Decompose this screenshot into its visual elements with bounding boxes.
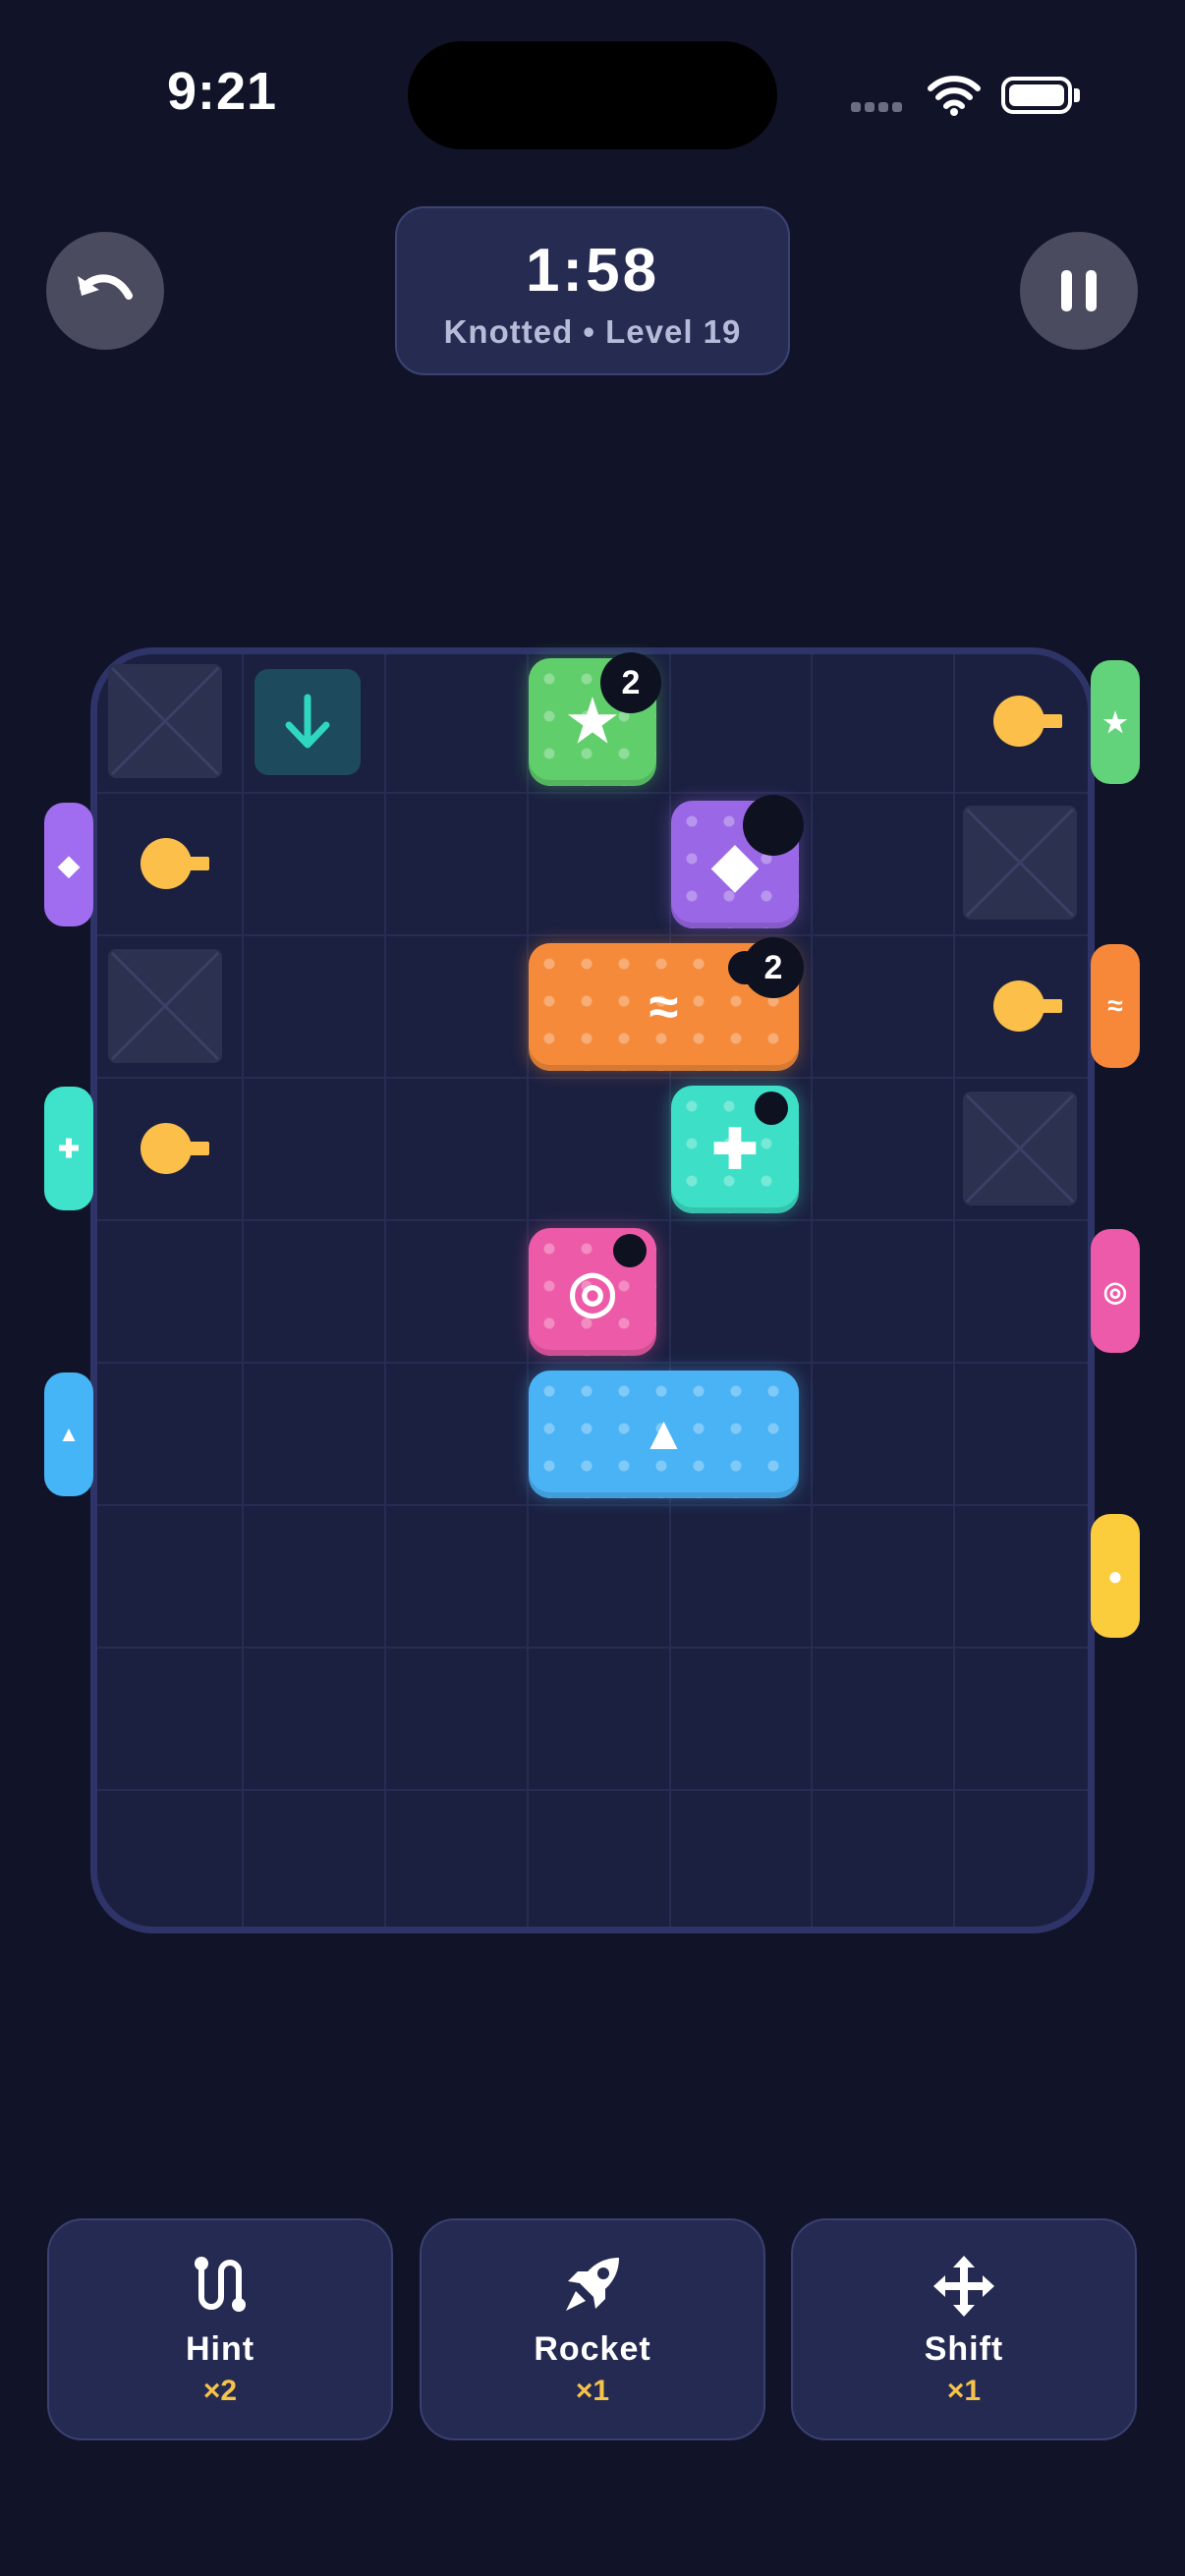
signal-dot-icon xyxy=(892,102,902,112)
shift-powerup-button[interactable]: Shift ×1 xyxy=(791,2218,1137,2440)
rocket-icon xyxy=(566,2258,619,2311)
shift-count: ×1 xyxy=(946,2375,982,2407)
exit-gate-blue-triangle: ▲ xyxy=(44,1372,93,1496)
exit-gate-yellow-dot: ● xyxy=(1091,1514,1140,1638)
wifi-icon xyxy=(928,76,981,116)
hint-count: ×2 xyxy=(202,2375,238,2407)
pin-stick xyxy=(186,857,209,870)
level-subtitle: Knotted • Level 19 xyxy=(443,313,742,350)
pin-stick xyxy=(1039,999,1062,1013)
blocked-cell xyxy=(108,949,222,1063)
exit-gate-purple-diamond: ◆ xyxy=(44,803,93,926)
pause-icon xyxy=(1061,270,1097,311)
blue-triangle-block[interactable]: ▲ xyxy=(529,1371,799,1498)
pin-stick xyxy=(186,1142,209,1155)
path-icon xyxy=(195,2257,246,2312)
signal-dot-icon xyxy=(878,102,888,112)
cross-icon: ✚ xyxy=(711,1118,759,1180)
blocked-cell xyxy=(108,664,222,778)
battery-icon xyxy=(1001,77,1072,114)
blocked-cell xyxy=(963,806,1077,920)
pin-icon xyxy=(141,838,192,889)
undo-icon xyxy=(78,274,133,300)
pause-button[interactable] xyxy=(1020,232,1138,350)
block-lock-dot xyxy=(613,1234,647,1267)
conveyor-down-tile[interactable] xyxy=(254,669,361,775)
rocket-count: ×1 xyxy=(575,2375,610,2407)
timer-value: 1:58 xyxy=(525,237,660,305)
status-time: 9:21 xyxy=(167,62,278,121)
pin-icon xyxy=(141,1123,192,1174)
block-counter-badge: 2 xyxy=(600,652,661,713)
wave-icon: ≈ xyxy=(649,978,679,1036)
signal-dot-icon xyxy=(865,102,875,112)
battery-nub xyxy=(1074,88,1080,102)
target-icon: ◎ xyxy=(567,1260,618,1323)
dynamic-island xyxy=(408,41,777,149)
block-counter-badge: 2 xyxy=(743,937,804,998)
shift-label: Shift xyxy=(924,2330,1004,2368)
undo-button[interactable] xyxy=(46,232,164,350)
triangle-icon: ▲ xyxy=(640,1408,688,1460)
block-lock-dot xyxy=(755,1092,788,1125)
hint-label: Hint xyxy=(185,2330,255,2368)
arrow-down-icon xyxy=(285,694,330,749)
rocket-label: Rocket xyxy=(534,2330,651,2368)
pin-icon xyxy=(993,696,1044,747)
timer-card: 1:58 Knotted • Level 19 xyxy=(395,206,790,375)
exit-gate-green-star: ★ xyxy=(1091,660,1140,784)
block-lock-dot xyxy=(743,795,804,856)
signal-dot-icon xyxy=(851,102,861,112)
exit-gate-teal-cross: ✚ xyxy=(44,1087,93,1210)
pin-stick xyxy=(1039,714,1062,728)
hint-powerup-button[interactable]: Hint ×2 xyxy=(47,2218,393,2440)
rocket-powerup-button[interactable]: Rocket ×1 xyxy=(420,2218,765,2440)
exit-gate-pink-target: ◎ xyxy=(1091,1229,1140,1353)
blocked-cell xyxy=(963,1092,1077,1205)
exit-gate-orange-wave: ≈ xyxy=(1091,944,1140,1068)
pin-icon xyxy=(993,980,1044,1032)
move-arrows-icon xyxy=(933,2256,994,2317)
